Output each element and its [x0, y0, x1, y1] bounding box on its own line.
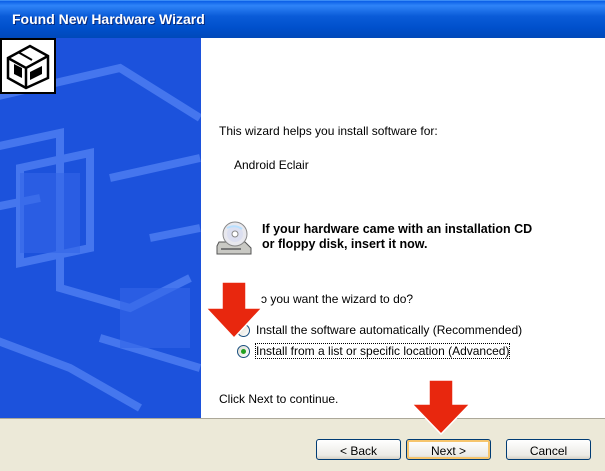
- device-name: Android Eclair: [234, 158, 309, 172]
- cancel-button[interactable]: Cancel: [506, 439, 591, 460]
- intro-text: This wizard helps you install software f…: [219, 124, 438, 138]
- option-automatic-label[interactable]: Install the software automatically (Reco…: [256, 323, 522, 337]
- sidebar-decoration: [0, 38, 201, 418]
- window-title: Found New Hardware Wizard: [12, 11, 205, 27]
- wizard-window: Found New Hardware Wizard This wizard he…: [0, 0, 605, 471]
- hardware-box-icon: [0, 38, 56, 94]
- red-arrow-annotation: [204, 282, 264, 340]
- title-bar[interactable]: Found New Hardware Wizard: [0, 0, 605, 39]
- radio-advanced[interactable]: [237, 345, 250, 358]
- footer-divider: [0, 418, 605, 419]
- cd-instruction: If your hardware came with an installati…: [262, 222, 532, 252]
- back-button[interactable]: < Back: [316, 439, 401, 460]
- cd-drive-icon: [216, 221, 252, 255]
- option-advanced-label[interactable]: Install from a list or specific location…: [254, 343, 511, 359]
- red-arrow-annotation: [410, 380, 472, 436]
- wizard-sidebar: [0, 38, 201, 418]
- question-text: ɔ you want the wizard to do?: [261, 292, 414, 306]
- cd-instruction-line2: or floppy disk, insert it now.: [262, 237, 428, 251]
- next-button[interactable]: Next >: [406, 439, 491, 460]
- radio-selected-dot: [241, 349, 246, 354]
- continue-text: Click Next to continue.: [219, 392, 339, 406]
- wizard-content: This wizard helps you install software f…: [201, 38, 605, 418]
- cd-instruction-line1: If your hardware came with an installati…: [262, 222, 533, 236]
